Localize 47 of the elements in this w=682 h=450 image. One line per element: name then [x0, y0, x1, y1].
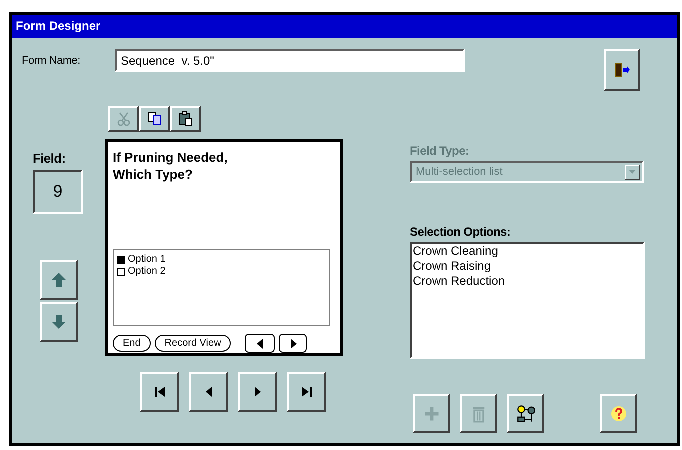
previous-icon: [256, 338, 264, 348]
first-icon: [154, 386, 166, 398]
field-type-label: Field Type:: [410, 143, 470, 160]
next-record-button[interactable]: [238, 372, 277, 412]
option-checkbox[interactable]: [117, 268, 125, 276]
preview-button[interactable]: Record View: [154, 335, 232, 352]
form-name-field[interactable]: Sequence v. 5.0": [115, 49, 465, 72]
down-arrow-icon: [51, 314, 67, 330]
option-label: Option 2: [128, 266, 166, 278]
option-label: Option 1: [128, 254, 166, 266]
next-icon: [254, 386, 262, 398]
option-checkbox[interactable]: [117, 256, 125, 264]
paste-button[interactable]: [170, 106, 201, 132]
first-record-button[interactable]: [140, 372, 179, 412]
flowchart-icon: [516, 404, 534, 422]
selection-options-label: Selection Options:: [410, 224, 512, 241]
selection-option[interactable]: Crown Cleaning: [413, 244, 643, 259]
field-label: Field:: [33, 150, 66, 168]
last-record-button[interactable]: [287, 372, 326, 412]
copy-button[interactable]: [139, 106, 170, 132]
last-icon: [300, 386, 312, 398]
preview-button[interactable]: End: [113, 335, 151, 352]
preview-next-button[interactable]: [279, 334, 308, 353]
clipboard-icon: [178, 111, 194, 127]
field-number: 9: [33, 170, 83, 214]
up-arrow-icon: [51, 272, 67, 288]
plus-icon: [422, 404, 440, 422]
window-title: Form Designer: [12, 15, 677, 38]
question-text: If Pruning Needed, Which Type?: [113, 149, 229, 183]
move-up-button[interactable]: [40, 260, 78, 300]
selection-option[interactable]: Crown Reduction: [413, 274, 643, 289]
previous-icon: [204, 386, 212, 398]
scissors-icon: [116, 111, 132, 127]
move-down-button[interactable]: [40, 302, 78, 342]
next-icon: [290, 338, 297, 348]
help-icon: [610, 406, 626, 422]
branch-option-button[interactable]: [507, 394, 544, 433]
dropdown-arrow-icon: [629, 170, 636, 174]
exit-button[interactable]: [604, 49, 640, 91]
help-button[interactable]: [600, 394, 637, 433]
preview-previous-button[interactable]: [245, 334, 276, 353]
previous-record-button[interactable]: [189, 372, 228, 412]
selection-options-list[interactable]: Crown Cleaning Crown Raising Crown Reduction: [410, 242, 645, 359]
copy-icon: [146, 111, 162, 127]
selection-option[interactable]: Crown Raising: [413, 259, 643, 274]
door-exit-icon: [613, 62, 631, 78]
form-name-label: Form Name:: [22, 54, 82, 69]
